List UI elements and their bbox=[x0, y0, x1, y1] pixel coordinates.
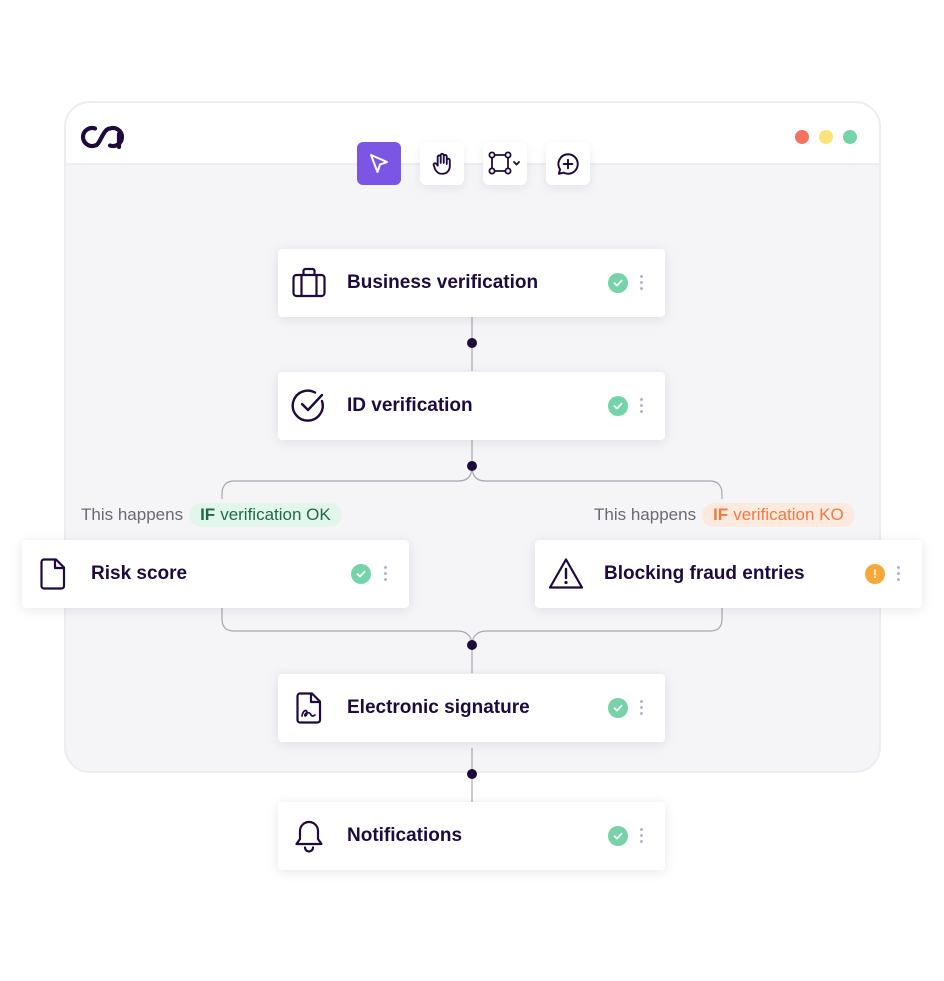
node-connect-icon bbox=[488, 151, 520, 174]
step-card-business-verification[interactable]: Business verification bbox=[278, 249, 665, 317]
step-card-id-verification[interactable]: ID verification bbox=[278, 372, 665, 440]
more-options-icon[interactable] bbox=[897, 566, 901, 581]
condition-text: verification KO bbox=[733, 505, 844, 524]
condition-label-ko: This happens IF verification KO bbox=[594, 503, 855, 527]
condition-pill-ko: IF verification KO bbox=[702, 503, 855, 527]
step-title: Risk score bbox=[91, 563, 188, 584]
comment-add-icon bbox=[557, 152, 579, 175]
status-ok-icon bbox=[608, 698, 628, 718]
more-options-icon[interactable] bbox=[640, 275, 644, 290]
status-ok-icon bbox=[608, 273, 628, 293]
connector-dot bbox=[467, 769, 477, 779]
status-ok-icon bbox=[351, 564, 371, 584]
signature-document-icon bbox=[291, 690, 327, 726]
more-options-icon[interactable] bbox=[640, 828, 644, 843]
bell-icon bbox=[291, 818, 327, 854]
connector-dot bbox=[467, 338, 477, 348]
connector-dot bbox=[467, 461, 477, 471]
connect-tool-button[interactable] bbox=[483, 142, 527, 185]
warning-triangle-icon bbox=[548, 556, 584, 592]
more-options-icon[interactable] bbox=[640, 700, 644, 715]
more-options-icon[interactable] bbox=[384, 566, 388, 581]
pointer-tool-button[interactable] bbox=[357, 142, 401, 185]
step-title: Blocking fraud entries bbox=[604, 563, 805, 584]
cursor-arrow-icon bbox=[370, 153, 388, 173]
condition-lead: This happens bbox=[594, 505, 697, 524]
connector-dot bbox=[467, 640, 477, 650]
hand-icon bbox=[432, 152, 451, 175]
step-title: Notifications bbox=[347, 825, 463, 846]
condition-text: verification OK bbox=[220, 505, 331, 524]
condition-keyword: IF bbox=[200, 505, 216, 524]
step-title: ID verification bbox=[347, 395, 473, 416]
hand-tool-button[interactable] bbox=[420, 142, 464, 185]
condition-label-ok: This happens IF verification OK bbox=[81, 503, 342, 527]
step-title: Electronic signature bbox=[347, 697, 530, 718]
step-card-blocking-fraud-entries[interactable]: Blocking fraud entries ! bbox=[535, 540, 922, 608]
condition-keyword: IF bbox=[713, 505, 729, 524]
status-ok-icon bbox=[608, 826, 628, 846]
condition-pill-ok: IF verification OK bbox=[189, 503, 342, 527]
more-options-icon[interactable] bbox=[640, 398, 644, 413]
check-circle-icon bbox=[291, 388, 327, 424]
step-card-notifications[interactable]: Notifications bbox=[278, 802, 665, 870]
comment-tool-button[interactable] bbox=[546, 142, 590, 185]
step-title: Business verification bbox=[347, 272, 539, 293]
briefcase-icon bbox=[291, 265, 327, 301]
condition-lead: This happens bbox=[81, 505, 184, 524]
status-warning-icon: ! bbox=[865, 564, 885, 584]
canvas-toolbar bbox=[357, 142, 590, 185]
step-card-electronic-signature[interactable]: Electronic signature bbox=[278, 674, 665, 742]
document-icon bbox=[35, 556, 71, 592]
step-card-risk-score[interactable]: Risk score bbox=[22, 540, 409, 608]
status-ok-icon bbox=[608, 396, 628, 416]
